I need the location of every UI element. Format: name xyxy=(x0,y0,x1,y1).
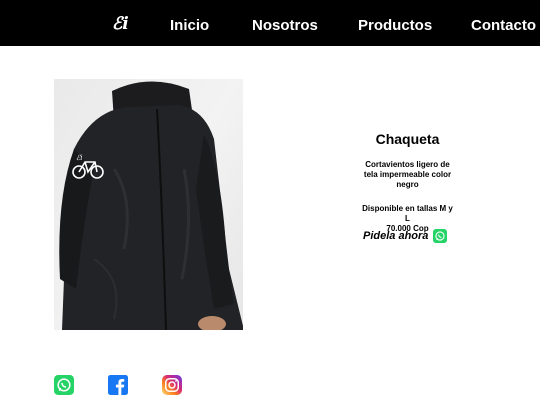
instagram-icon[interactable] xyxy=(162,375,182,395)
nav-link-contacto[interactable]: Contacto xyxy=(471,17,536,34)
whatsapp-icon[interactable] xyxy=(54,375,74,395)
top-navbar: ℰi Inicio Nosotros Productos Contacto xyxy=(0,0,540,46)
product-image: ℰi xyxy=(54,79,243,330)
site-logo[interactable]: ℰi xyxy=(112,14,129,34)
product-availability: Disponible en tallas M y L xyxy=(362,204,453,223)
nav-link-inicio[interactable]: Inicio xyxy=(170,17,209,34)
svg-text:ℰi: ℰi xyxy=(76,154,82,162)
nav-link-nosotros[interactable]: Nosotros xyxy=(252,17,318,34)
facebook-icon[interactable] xyxy=(108,375,128,395)
whatsapp-icon xyxy=(433,229,448,243)
order-now-label: Pidela ahora xyxy=(363,230,429,242)
order-now-link[interactable]: Pidela ahora xyxy=(363,229,448,243)
product-title: Chaqueta xyxy=(375,131,440,147)
nav-link-productos[interactable]: Productos xyxy=(358,17,432,34)
product-description: Cortavientos ligero de tela impermeable … xyxy=(363,160,452,189)
product-info: Chaqueta Cortavientos ligero de tela imp… xyxy=(360,128,455,234)
